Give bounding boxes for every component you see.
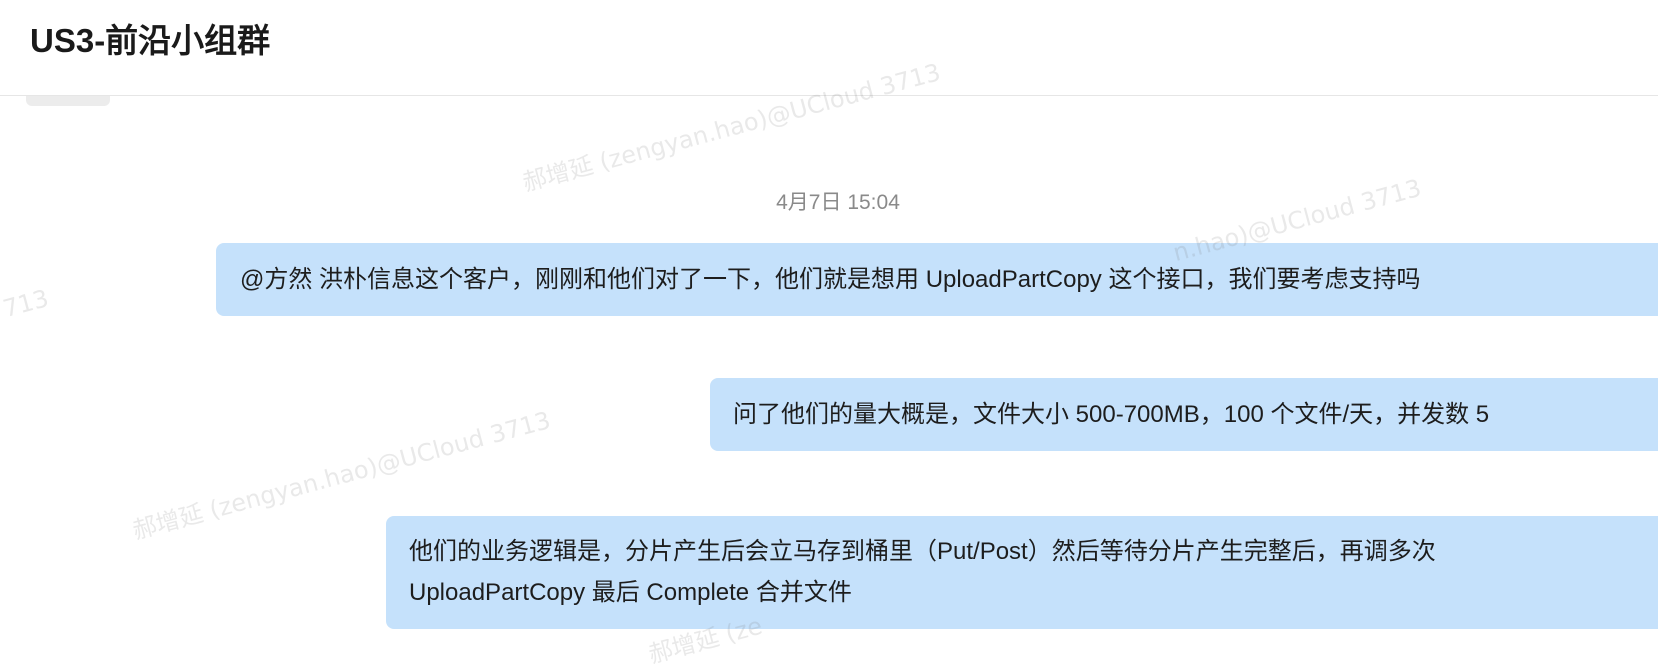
message-bubble[interactable]: 问了他们的量大概是，文件大小 500-700MB，100 个文件/天，并发数 5 [710, 378, 1658, 451]
message-text: UploadPartCopy 最后 Complete 合并文件 [409, 579, 852, 606]
message-text: 他们的业务逻辑是，分片产生后会立马存到桶里（Put/Post）然后等待分片产生完… [409, 538, 1436, 565]
previous-message-bubble[interactable] [26, 96, 110, 106]
page-title: US3-前沿小组群 [30, 22, 271, 59]
message-bubble[interactable]: 他们的业务逻辑是，分片产生后会立马存到桶里（Put/Post）然后等待分片产生完… [386, 516, 1658, 629]
message-text: 问了他们的量大概是，文件大小 500-700MB，100 个文件/天，并发数 5 [733, 401, 1490, 428]
message-bubble[interactable]: @方然 洪朴信息这个客户，刚刚和他们对了一下，他们就是想用 UploadPart… [216, 243, 1658, 316]
message-timestamp: 4月7日 15:04 [776, 191, 900, 214]
message-text: @方然 洪朴信息这个客户，刚刚和他们对了一下，他们就是想用 UploadPart… [240, 266, 1421, 293]
message-list[interactable]: 4月7日 15:04 @方然 洪朴信息这个客户，刚刚和他们对了一下，他们就是想用… [0, 96, 1658, 662]
chat-header: US3-前沿小组群 [0, 0, 1658, 96]
